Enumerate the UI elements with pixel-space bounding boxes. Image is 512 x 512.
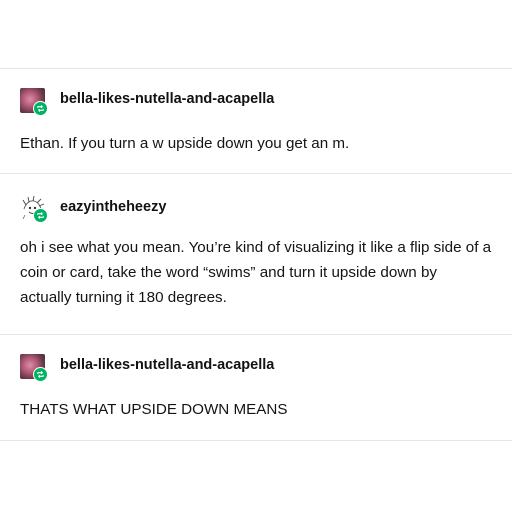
top-divider — [0, 68, 512, 69]
post-text: Ethan. If you turn a w upside down you g… — [20, 135, 350, 152]
avatar[interactable] — [20, 195, 48, 223]
bottom-divider — [0, 440, 512, 441]
avatar[interactable] — [20, 354, 48, 382]
username-link[interactable]: bella-likes-nutella-and-acapella — [60, 357, 274, 373]
username-link[interactable]: bella-likes-nutella-and-acapella — [60, 91, 274, 107]
post-text: oh i see what you mean. You’re kind of v… — [20, 239, 492, 306]
post-text: THATS WHAT UPSIDE DOWN MEANS — [20, 401, 288, 418]
post-divider — [0, 173, 512, 174]
reblog-icon — [33, 208, 48, 223]
avatar[interactable] — [20, 88, 48, 116]
reblog-icon — [33, 101, 48, 116]
reblog-icon — [33, 367, 48, 382]
post-divider — [0, 334, 512, 335]
username-link[interactable]: eazyintheheezy — [60, 199, 166, 215]
